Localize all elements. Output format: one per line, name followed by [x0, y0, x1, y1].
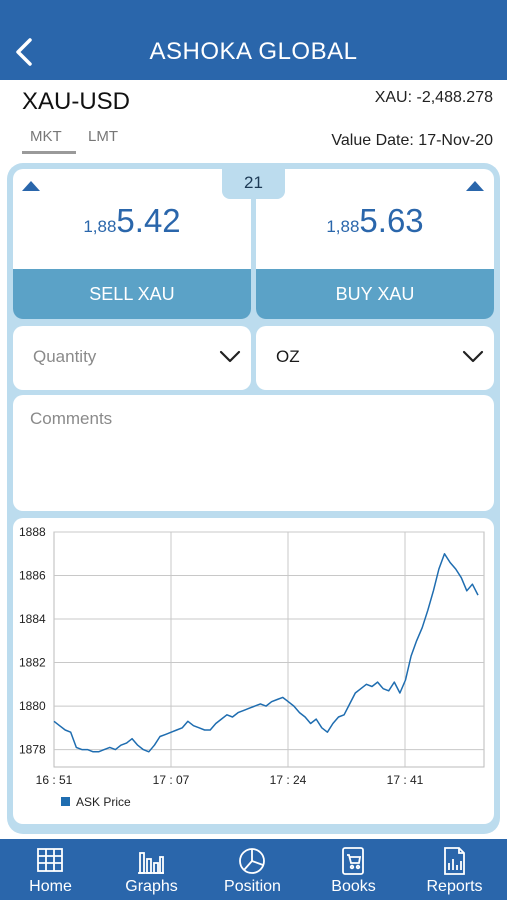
chevron-down-icon: [462, 350, 484, 363]
nav-reports[interactable]: Reports: [404, 839, 505, 900]
report-icon: [444, 847, 465, 875]
x-tick-label: 17 : 24: [270, 773, 307, 787]
position-value: XAU: -2,488.278: [374, 89, 493, 106]
app-header: ASHOKA GLOBAL: [0, 0, 507, 80]
cart-book-icon: [342, 847, 364, 875]
y-tick-label: 1884: [19, 612, 46, 626]
y-tick-label: 1882: [19, 656, 46, 670]
nav-home[interactable]: Home: [0, 839, 101, 900]
legend-label: ASK Price: [76, 795, 131, 809]
chevron-down-icon: [219, 350, 241, 363]
buy-price-main: 5.63: [359, 202, 424, 239]
instrument-pair: XAU-USD: [22, 88, 131, 115]
spread-badge: 21: [222, 169, 285, 199]
up-triangle-icon: [466, 181, 484, 191]
bottom-nav: Home Graphs Position Books Reports: [0, 839, 507, 900]
nav-graphs-label: Graphs: [125, 878, 178, 895]
buy-price: 1,885.63: [256, 202, 494, 240]
x-tick-label: 17 : 41: [387, 773, 424, 787]
nav-home-label: Home: [29, 878, 72, 895]
trade-panel: 1,885.42 SELL XAU 1,885.63 BUY XAU 21 Qu…: [7, 163, 500, 834]
up-triangle-icon: [22, 181, 40, 191]
x-tick-label: 16 : 51: [36, 773, 73, 787]
nav-graphs[interactable]: Graphs: [101, 839, 202, 900]
sell-quote-card[interactable]: 1,885.42 SELL XAU: [13, 169, 251, 319]
y-tick-label: 1880: [19, 699, 46, 713]
quantity-placeholder: Quantity: [33, 347, 97, 366]
sell-price-prefix: 1,88: [83, 217, 117, 236]
sell-price: 1,885.42: [13, 202, 251, 240]
bar-chart-icon: [138, 852, 164, 874]
y-tick-label: 1878: [19, 743, 46, 757]
active-tab-indicator: [22, 151, 76, 154]
y-tick-label: 1888: [19, 525, 46, 539]
home-grid-icon: [37, 848, 63, 872]
sell-button[interactable]: SELL XAU: [13, 269, 251, 319]
quantity-select[interactable]: Quantity: [13, 326, 251, 390]
nav-books[interactable]: Books: [303, 839, 404, 900]
comments-placeholder: Comments: [30, 409, 113, 428]
buy-button[interactable]: BUY XAU: [256, 269, 494, 319]
pie-chart-icon: [239, 848, 265, 874]
price-chart-svg: 1878 1880 1882 1884 1886 1888 16 : 51 17 : 07 17…: [19, 525, 485, 809]
nav-reports-label: Reports: [426, 878, 483, 895]
buy-price-prefix: 1,88: [326, 217, 360, 236]
y-tick-label: 1886: [19, 569, 46, 583]
x-tick-label: 17 : 07: [153, 773, 190, 787]
tab-lmt[interactable]: LMT: [88, 128, 118, 145]
nav-position[interactable]: Position: [202, 839, 303, 900]
buy-quote-card[interactable]: 1,885.63 BUY XAU: [256, 169, 494, 319]
series-line-ask-price: [53, 553, 479, 753]
nav-books-label: Books: [331, 878, 376, 895]
app-title: ASHOKA GLOBAL: [149, 38, 358, 65]
comments-field[interactable]: Comments: [13, 395, 494, 511]
price-chart: 1878 1880 1882 1884 1886 1888 16 : 51 17 : 07 17…: [13, 518, 494, 824]
unit-value: OZ: [276, 347, 300, 366]
sell-price-main: 5.42: [116, 202, 181, 239]
nav-position-label: Position: [224, 878, 281, 895]
legend-swatch: [61, 797, 70, 806]
unit-select[interactable]: OZ: [256, 326, 494, 390]
value-date: Value Date: 17-Nov-20: [331, 132, 493, 149]
tab-mkt[interactable]: MKT: [30, 128, 62, 145]
plot-frame: [53, 531, 485, 768]
